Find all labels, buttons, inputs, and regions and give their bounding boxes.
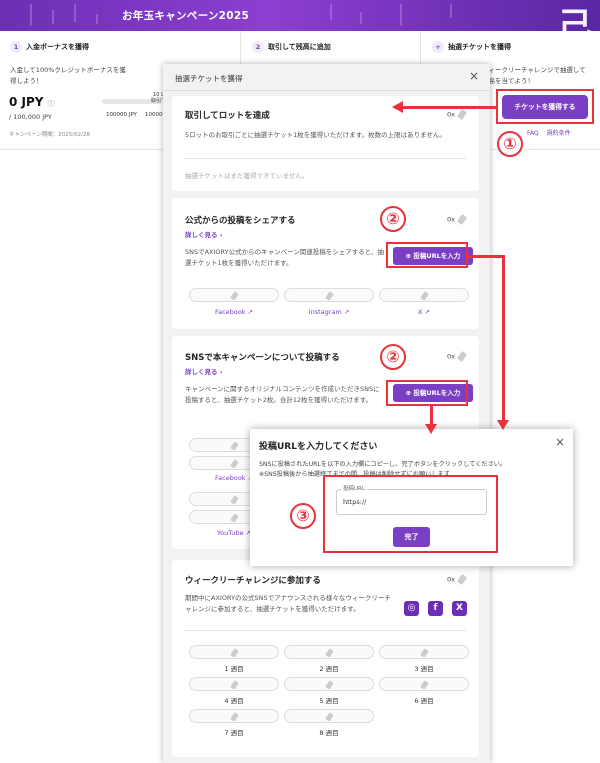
- week-label: 8 週目: [319, 729, 339, 737]
- annotation-box-get-ticket: [496, 89, 594, 124]
- annotation-arrowhead: [392, 101, 403, 113]
- week-ticket-slot: [379, 645, 469, 659]
- modal-title: 抽選チケットを獲得: [175, 74, 243, 83]
- week-label: 7 週目: [224, 729, 244, 737]
- instagram-link[interactable]: Instagram ↗: [284, 308, 374, 316]
- bar-label-1: 100000 JPY: [106, 112, 137, 118]
- faq-link[interactable]: FAQ: [527, 130, 539, 137]
- annotation-step-2: ②: [380, 206, 406, 232]
- annotation-step-3: ③: [290, 503, 316, 529]
- deposit-target: / 100,000 JPY: [9, 113, 52, 121]
- week-label: 5 週目: [319, 697, 339, 705]
- annotation-arrow-line: [402, 106, 496, 109]
- week-ticket-slot: [189, 645, 279, 659]
- annotation-arrow-line: [430, 406, 433, 426]
- campaign-period: キャンペーン期間：2025/02/28: [9, 132, 90, 138]
- step3-description: ウィークリーチャレンジで抽選して残高を当てよう！: [482, 66, 586, 85]
- annotation-arrowhead: [425, 424, 437, 434]
- week-ticket-slot: [379, 677, 469, 691]
- close-icon[interactable]: ×: [555, 435, 565, 449]
- ticket-icon: [456, 574, 468, 585]
- deposit-amount: 0 JPY ⓘ: [9, 95, 55, 109]
- x-icon[interactable]: X: [452, 601, 467, 616]
- more-link[interactable]: 詳しく見る ›: [185, 229, 222, 239]
- annotation-box-url-button-1: [386, 242, 468, 268]
- terms-link[interactable]: 規約条件: [547, 130, 571, 137]
- week-ticket-slot: [284, 677, 374, 691]
- week-ticket-slot: [284, 645, 374, 659]
- banner-title: お年玉キャンペーン2025: [122, 10, 250, 22]
- instagram-icon[interactable]: ◎: [404, 601, 419, 616]
- step1-description: 入金して100%クレジットボーナスを獲得しよう！: [10, 66, 126, 85]
- no-ticket-note: 抽選チケットはまだ獲得できていません。: [185, 172, 309, 180]
- week-ticket-slot: [189, 677, 279, 691]
- annotation-box-url-form: [323, 475, 498, 553]
- card-title: SNSで本キャンペーンについて投稿する: [185, 353, 340, 363]
- x-ticket-slot: [379, 288, 469, 302]
- week-ticket-slot: [189, 709, 279, 723]
- card-trade-lots: 取引してロットを達成 0x 5ロットのお取引ごとに抽選チケット1枚を獲得いただけ…: [172, 96, 479, 191]
- snake-icon: 己: [558, 6, 592, 31]
- step-3: + 抽選チケットを獲得: [432, 41, 511, 53]
- card-description: キャンペーンに関するオリジナルコンテンツを作成いただきSNSに投稿すると、抽選チ…: [185, 385, 380, 404]
- ticket-count: 0x: [447, 214, 468, 225]
- facebook-link[interactable]: Facebook ↗: [189, 308, 279, 316]
- close-icon[interactable]: ×: [469, 69, 479, 83]
- help-icon: ⓘ: [47, 100, 55, 108]
- facebook-ticket-slot: [189, 288, 279, 302]
- week-ticket-slot: [284, 709, 374, 723]
- step-1: 1 入金ボーナスを獲得: [10, 41, 89, 53]
- card-title: 公式からの投稿をシェアする: [185, 216, 296, 226]
- facebook-icon[interactable]: f: [428, 601, 443, 616]
- annotation-box-url-button-2: [386, 380, 468, 406]
- annotation-arrow-line: [502, 255, 505, 423]
- step-2: 2 取引して残高に追加: [252, 41, 331, 53]
- ticket-modal: 抽選チケットを獲得 × 取引してロットを達成 0x 5ロットのお取引ごとに抽選チ…: [163, 64, 490, 763]
- card-description: 5ロットのお取引ごとに抽選チケット1枚を獲得いただけます。枚数の上限はありません…: [185, 131, 446, 139]
- week-label: 1 週目: [224, 665, 244, 673]
- instagram-ticket-slot: [284, 288, 374, 302]
- annotation-arrowhead: [497, 420, 509, 430]
- url-modal-title: 投稿URLを入力してください: [259, 442, 378, 452]
- ticket-icon: [456, 351, 468, 362]
- ticket-count: 0x: [447, 574, 468, 585]
- ticket-icon: [456, 109, 468, 120]
- annotation-step-1: ①: [497, 131, 523, 157]
- card-weekly-challenge: ウィークリーチャレンジに参加する 0x 期間中にAXIORYの公式SNSでアナウ…: [172, 560, 479, 757]
- week-label: 2 週目: [319, 665, 339, 673]
- step3-links: FAQ 規約条件: [527, 128, 579, 137]
- ticket-icon: [456, 214, 468, 225]
- card-description: 期間中にAXIORYの公式SNSでアナウンスされる様々なウィークリーチャレンジに…: [185, 594, 391, 613]
- week-label: 6 週目: [414, 697, 434, 705]
- annotation-arrow-line: [468, 255, 505, 258]
- card-description: SNSでAXIORY公式からのキャンペーン関連投稿をシェアすると、抽選チケット1…: [185, 248, 385, 267]
- ticket-count: 0x: [447, 109, 468, 120]
- week-label: 4 週目: [224, 697, 244, 705]
- annotation-step-2: ②: [380, 344, 406, 370]
- more-link[interactable]: 詳しく見る ›: [185, 366, 222, 376]
- x-link[interactable]: X ↗: [379, 308, 469, 316]
- campaign-banner: お年玉キャンペーン2025 己: [0, 0, 600, 31]
- modal-header: 抽選チケットを獲得 ×: [163, 64, 490, 91]
- ticket-count: 0x: [447, 351, 468, 362]
- week-label: 3 週目: [414, 665, 434, 673]
- card-title: ウィークリーチャレンジに参加する: [185, 576, 321, 586]
- card-title: 取引してロットを達成: [185, 111, 270, 121]
